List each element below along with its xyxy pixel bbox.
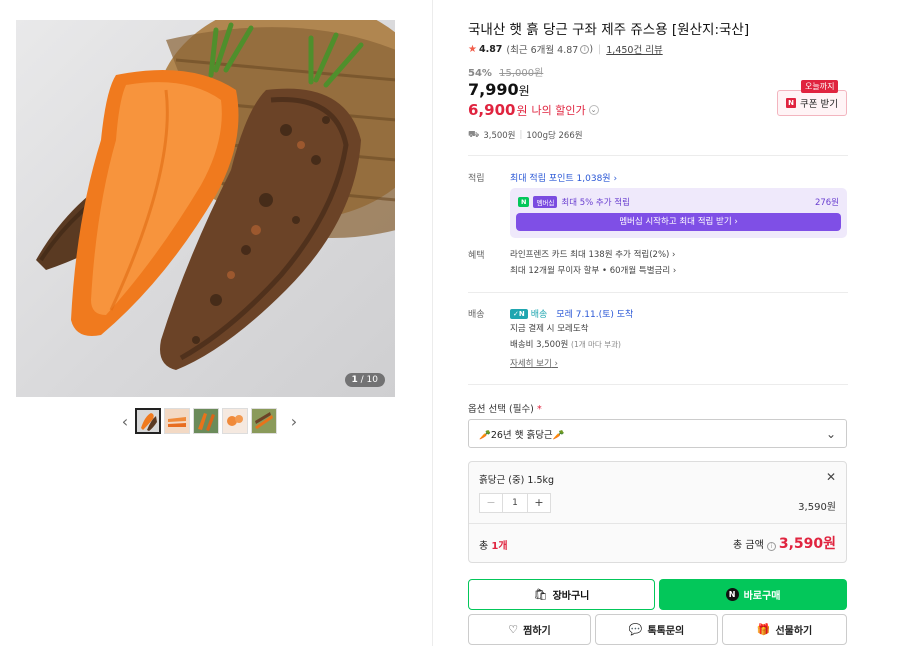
installment-benefit[interactable]: 최대 12개월 무이자 할부 • 60개월 특별금리 › <box>510 264 676 276</box>
delivery-badge: ✓N 배송 모레 7.11.(토) 도착 <box>510 307 633 320</box>
rating-row: ★ 4.87 (최근 6개월 4.87 i) | 1,450건 리뷰 <box>468 42 663 57</box>
option-label: 옵션 선택 (필수) * <box>468 404 542 415</box>
shipping-info: ⛟ 3,500원 | 100g당 266원 <box>468 129 583 142</box>
total-price: 총 금액 i 3,590원 <box>733 536 836 552</box>
chevron-down-icon: ⌄ <box>825 426 836 441</box>
truck-icon: ⛟ <box>468 129 480 140</box>
selected-option-name: 흙당근 (중) 1.5kg <box>479 475 555 486</box>
sale-price: 7,990원 <box>468 80 530 99</box>
membership-cta-button[interactable]: 멤버십 시작하고 최대 적립 받기 › <box>516 213 841 231</box>
thumbnail-strip: ‹ › <box>118 408 301 434</box>
delivery-fee: 배송비 3,500원 (1개 마다 부과) <box>510 340 621 350</box>
delivery-detail-link[interactable]: 자세히 보기 › <box>510 357 558 369</box>
quantity-input[interactable]: 1 <box>502 494 528 512</box>
delivery-label: 배송 <box>468 310 485 320</box>
cart-button[interactable]: 🛍 장바구니 <box>468 579 655 610</box>
quantity-stepper: − 1 + <box>479 493 551 513</box>
wishlist-button[interactable]: ♡ 찜하기 <box>468 614 591 645</box>
points-label: 적립 <box>468 174 485 184</box>
discount-percent: 54% <box>468 68 492 79</box>
carrot-icon: 🥕 <box>552 429 565 441</box>
selected-option-box: 흙당근 (중) 1.5kg ✕ − 1 + 3,590원 총 1개 총 금액 i… <box>468 461 847 563</box>
thumbnail-image <box>165 409 189 433</box>
divider <box>468 384 848 385</box>
npay-badge: N <box>518 197 530 207</box>
minus-button[interactable]: − <box>480 494 502 512</box>
thumbnail-image <box>137 410 159 432</box>
max-points-link[interactable]: 최대 적립 포인트 1,038원 › <box>510 171 617 184</box>
gift-icon: 🎁 <box>756 623 771 636</box>
shopping-bag-icon: 🛍 <box>533 588 548 601</box>
divider <box>468 292 848 293</box>
product-gallery: 1 / 10 ‹ › <box>0 0 432 646</box>
star-icon: ★ <box>468 43 477 55</box>
gift-button[interactable]: 🎁 선물하기 <box>722 614 847 645</box>
info-icon[interactable]: i <box>766 542 776 551</box>
unit-price: 100g당 266원 <box>526 131 583 141</box>
thumbnail-1[interactable] <box>135 408 161 434</box>
discount-row: 54% 15,000원 <box>468 64 543 79</box>
main-product-image[interactable]: 1 / 10 <box>16 20 395 397</box>
heart-icon: ♡ <box>508 623 519 636</box>
plus-button[interactable]: + <box>528 494 550 512</box>
extra-points-amount: 276원 <box>814 198 839 208</box>
chevron-down-icon[interactable]: ⌄ <box>588 105 599 115</box>
delivery-note: 지금 결제 시 모레도착 <box>510 324 589 334</box>
coupon-button[interactable]: N 쿠폰 받기 <box>777 90 847 116</box>
thumbnail-image <box>252 409 276 433</box>
membership-badge: 멤버십 <box>533 196 558 208</box>
carrot-icon: 🥕 <box>479 429 491 441</box>
extra-points-label: 최대 5% 추가 적립 <box>561 198 630 208</box>
image-counter: 1 / 10 <box>344 373 385 387</box>
review-count-link[interactable]: 1,450건 리뷰 <box>606 42 662 56</box>
chat-icon: 💬 <box>628 623 643 636</box>
rating-recent: (최근 6개월 4.87 <box>506 45 579 56</box>
thumbnail-image <box>223 409 247 433</box>
product-details: 국내산 햇 흙 당근 구좌 제주 쥬스용 [원산지:국산] ★ 4.87 (최근… <box>468 0 848 646</box>
carrot-photo <box>36 20 395 371</box>
coupon-icon: N <box>786 98 796 108</box>
info-icon[interactable]: i <box>580 44 590 54</box>
thumbnail-3[interactable] <box>193 408 219 434</box>
card-benefit[interactable]: 라인프렌즈 카드 최대 138원 추가 적립(2%) › <box>510 248 675 260</box>
thumbnail-2[interactable] <box>164 408 190 434</box>
original-price: 15,000원 <box>499 68 544 79</box>
selected-option-price: 3,590원 <box>798 502 836 513</box>
thumbnail-image <box>194 409 218 433</box>
talk-inquiry-button[interactable]: 💬 톡톡문의 <box>595 614 718 645</box>
thumbnail-5[interactable] <box>251 408 277 434</box>
close-icon[interactable]: ✕ <box>826 470 836 484</box>
my-discount-price[interactable]: 6,900 원 나의 할인가 ⌄ <box>468 101 599 119</box>
benefits-label: 혜택 <box>468 251 485 261</box>
arrival-date: 모레 7.11.(토) 도착 <box>556 310 634 320</box>
divider <box>468 155 848 156</box>
rating-score: 4.87 <box>478 43 503 55</box>
npay-icon: N <box>725 588 739 601</box>
chevron-left-icon[interactable]: ‹ <box>118 408 132 434</box>
option-select[interactable]: 🥕26년 햇 흙당근🥕 ⌄ <box>468 419 847 448</box>
column-divider <box>432 0 433 646</box>
thumbnail-4[interactable] <box>222 408 248 434</box>
shipping-fee: 3,500원 <box>483 131 516 141</box>
total-count: 총 1개 <box>479 541 508 552</box>
buy-now-button[interactable]: N 바로구매 <box>659 579 847 610</box>
coupon-deadline-tag: 오늘까지 <box>801 80 839 93</box>
chevron-right-icon[interactable]: › <box>287 408 301 434</box>
membership-points-box: N 멤버십 최대 5% 추가 적립 276원 멤버십 시작하고 최대 적립 받기… <box>510 188 847 238</box>
delivery-icon: ✓N <box>510 308 528 319</box>
product-title: 국내산 햇 흙 당근 구좌 제주 쥬스용 [원산지:국산] <box>468 22 750 38</box>
